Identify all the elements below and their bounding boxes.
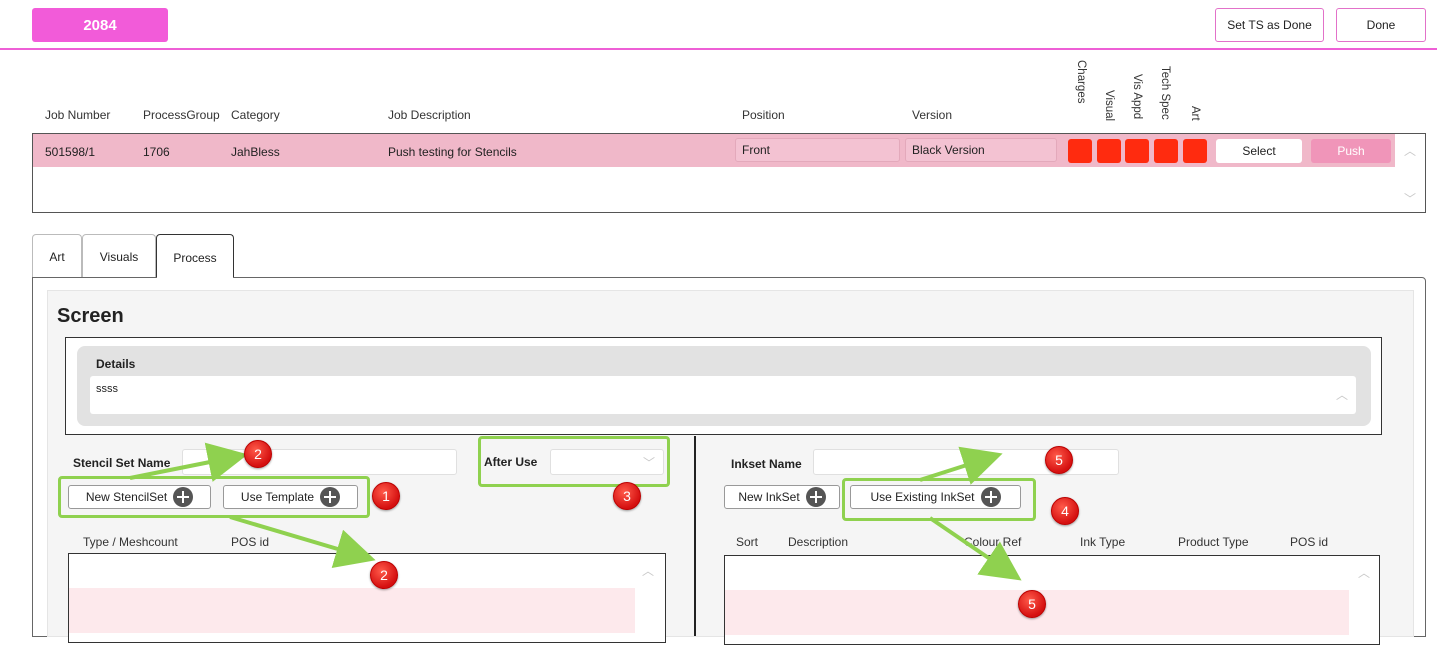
annotation-arrows: [129, 442, 1022, 581]
annotation-marker-2: 2: [370, 561, 398, 589]
annotation-marker-3: 3: [613, 482, 641, 510]
annotation-marker-5: 5: [1045, 446, 1073, 474]
arrow-to-stencil-name: [129, 442, 248, 482]
annotation-marker-4: 4: [1051, 497, 1079, 525]
annotation-marker-5: 5: [1018, 590, 1046, 618]
arrow-to-inkset-list: [928, 516, 1022, 581]
arrow-to-stencil-list: [229, 515, 376, 569]
annotation-marker-2: 2: [244, 440, 272, 468]
annotation-marker-1: 1: [372, 482, 400, 510]
arrow-to-inkset-name: [919, 446, 1003, 485]
